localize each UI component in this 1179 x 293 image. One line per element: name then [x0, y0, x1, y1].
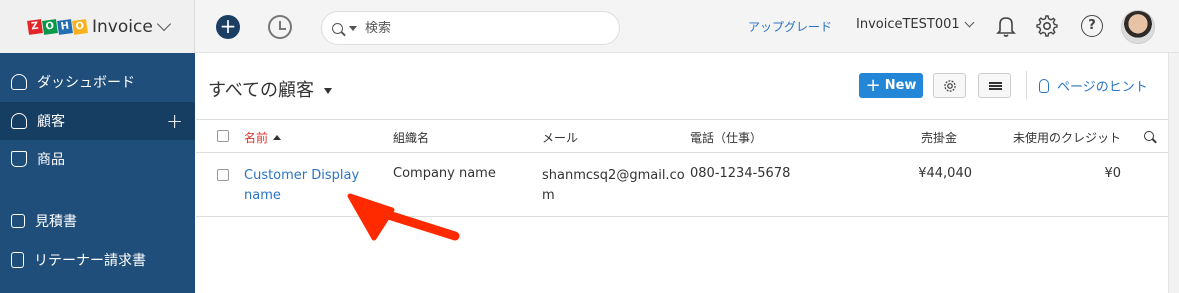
sort-ascending-icon [273, 135, 282, 140]
quote-icon [11, 214, 25, 228]
help-icon[interactable]: ? [1081, 15, 1103, 37]
view-selector[interactable]: すべての顧客 [208, 76, 333, 102]
zoho-invoice-app: Z O H O Invoice + アップグレード InvoiceTEST001 [0, 0, 1179, 293]
quick-create-button[interactable]: + [216, 15, 240, 39]
logo-letter-o2: O [72, 18, 88, 35]
chevron-down-icon [964, 17, 975, 28]
dashboard-icon [11, 74, 27, 90]
column-header-name[interactable]: 名前 [244, 129, 282, 146]
select-all-checkbox[interactable] [217, 130, 229, 142]
column-header-phone[interactable]: 電話（仕事） [690, 129, 762, 146]
sidebar-item-label: 顧客 [37, 114, 65, 130]
list-settings-button[interactable] [933, 73, 966, 98]
user-icon [11, 113, 27, 129]
zoho-logo: Z O H O [27, 18, 88, 35]
receivables-cell: ¥44,040 [918, 166, 972, 181]
avatar[interactable] [1121, 10, 1155, 44]
sidebar-item-label: 見積書 [35, 214, 77, 230]
page-tips-label: ページのヒント [1057, 80, 1148, 95]
basket-icon [11, 151, 27, 167]
more-options-button[interactable] [978, 73, 1011, 98]
phone-cell: 080-1234-5678 [690, 166, 791, 181]
menu-line [989, 88, 1002, 90]
caret-down-icon [324, 87, 333, 94]
logo-letter-h: H [57, 18, 73, 35]
sidebar-item-customers[interactable]: 顧客 + [0, 102, 195, 140]
top-bar: Z O H O Invoice + アップグレード InvoiceTEST001 [0, 0, 1179, 53]
org-switcher[interactable]: InvoiceTEST001 [856, 17, 975, 32]
divider [1026, 71, 1027, 99]
column-header-email[interactable]: メール [542, 129, 578, 146]
sidebar-item-quotes[interactable]: 見積書 [0, 202, 195, 240]
column-header-company[interactable]: 組織名 [393, 129, 429, 146]
product-name: Invoice [92, 16, 153, 37]
sidebar-item-label: リテーナー請求書 [34, 253, 146, 269]
search-bar[interactable] [321, 11, 620, 45]
column-label: 名前 [244, 131, 269, 145]
table-header: 名前 組織名 メール 電話（仕事） 売掛金 未使用のクレジット [196, 119, 1168, 153]
row-checkbox[interactable] [217, 169, 229, 181]
page-title: すべての顧客 [208, 80, 315, 101]
email-line: m [542, 188, 555, 203]
app-switcher[interactable]: Z O H O Invoice [0, 0, 195, 53]
search-icon[interactable] [1144, 131, 1154, 141]
search-input[interactable] [365, 20, 585, 36]
annotation-arrow [347, 193, 460, 241]
search-icon [332, 22, 343, 34]
add-customer-icon[interactable]: + [166, 111, 183, 131]
email-cell: shanmcsq2@gmail.co m [542, 166, 685, 206]
lightbulb-icon [1039, 78, 1049, 93]
gear-icon [944, 80, 956, 92]
column-header-unused-credits[interactable]: 未使用のクレジット [1013, 129, 1121, 146]
menu-line [989, 85, 1002, 87]
bell-icon[interactable] [996, 15, 1016, 37]
chevron-down-icon [156, 16, 171, 31]
scrollbar[interactable] [1168, 53, 1179, 293]
sidebar: ダッシュボード 顧客 + 商品 見積書 リテーナー請求書 [0, 53, 195, 293]
page-tips-link[interactable]: ページのヒント [1039, 76, 1148, 95]
sidebar-item-label: 商品 [37, 152, 65, 168]
history-icon[interactable] [268, 15, 292, 39]
customer-name-line: Customer Display [244, 168, 360, 183]
main-content: すべての顧客 + New ページのヒント 名前 組織名 メール 電話（仕事） 売… [196, 53, 1168, 293]
search-filter-dropdown-icon[interactable] [349, 25, 357, 31]
sidebar-item-items[interactable]: 商品 [0, 140, 195, 178]
sidebar-item-retainer-invoices[interactable]: リテーナー請求書 [0, 241, 195, 279]
upgrade-link[interactable]: アップグレード [748, 18, 832, 35]
logo-letter-z: Z [27, 18, 43, 35]
plus-icon: + [865, 74, 881, 96]
menu-line [989, 82, 1002, 84]
column-header-receivables[interactable]: 売掛金 [921, 129, 957, 146]
new-customer-button[interactable]: + New [859, 73, 923, 98]
company-name-cell: Company name [393, 166, 496, 181]
new-button-label: New [884, 78, 917, 93]
logo-letter-o: O [42, 18, 58, 35]
sidebar-item-label: ダッシュボード [37, 75, 135, 91]
email-line: shanmcsq2@gmail.co [542, 168, 685, 183]
retainer-icon [11, 252, 24, 268]
sidebar-item-dashboard[interactable]: ダッシュボード [0, 63, 195, 101]
gear-icon[interactable] [1036, 15, 1058, 37]
org-name: InvoiceTEST001 [856, 17, 960, 32]
unused-credits-cell: ¥0 [1104, 166, 1121, 181]
